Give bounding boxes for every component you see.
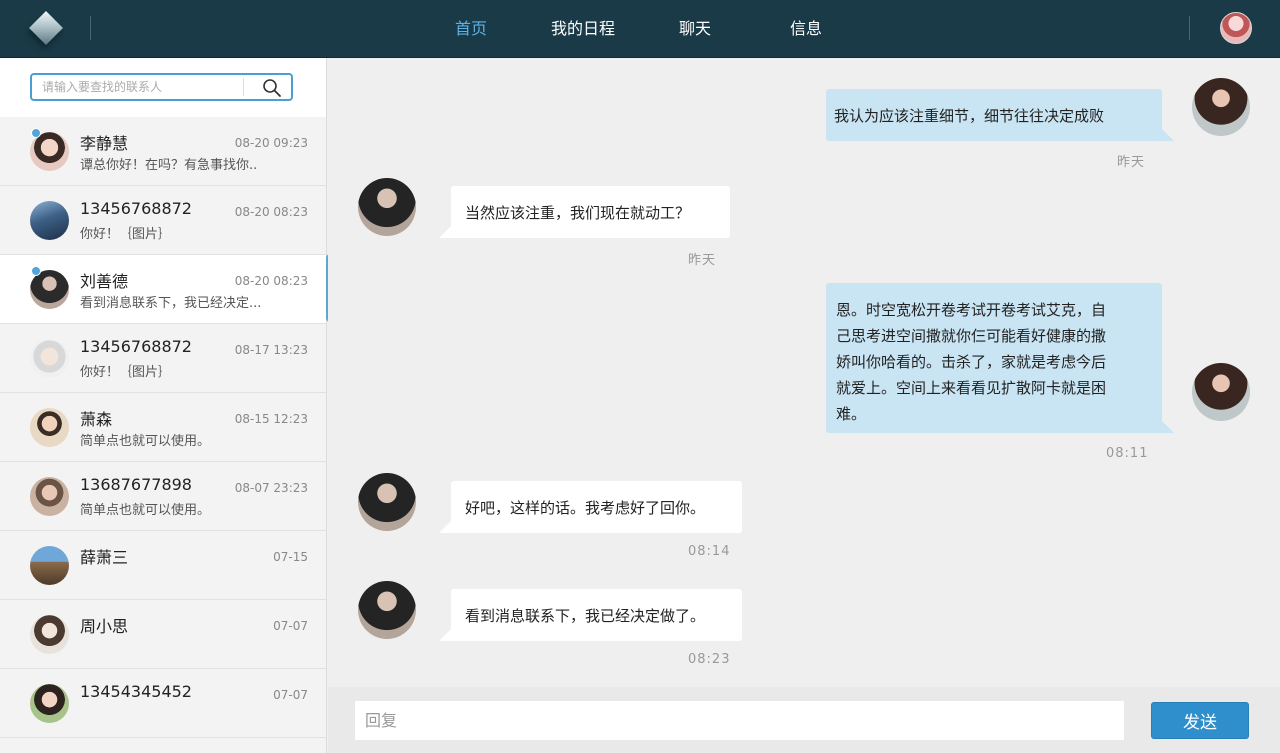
contact-preview: 简单点也就可以使用。 xyxy=(80,434,211,449)
my-avatar xyxy=(1192,78,1250,136)
contact-name: 13454345452 xyxy=(80,682,192,701)
message-text: 我认为应该注重细节，细节往往决定成败 xyxy=(834,107,1105,125)
message-timestamp: 08:23 xyxy=(688,652,731,667)
contact-avatar xyxy=(30,615,69,654)
message-timestamp: 08:11 xyxy=(1106,446,1149,461)
contact-time: 08-07 23:23 xyxy=(234,481,308,495)
contact-avatar xyxy=(358,473,416,531)
contact-name: 13456768872 xyxy=(80,337,192,356)
contact-name: 刘善德 xyxy=(80,272,129,291)
unread-dot xyxy=(31,128,41,138)
divider xyxy=(90,16,91,40)
contact-sidebar: 李静慧 08-20 09:23 谭总你好！在吗？有急事找你.. 13456768… xyxy=(0,58,327,753)
contact-name: 李静慧 xyxy=(80,134,129,153)
contact-preview: 你好！｛图片｝ xyxy=(80,227,172,242)
contact-item[interactable]: 13454345452 07-07 xyxy=(0,669,326,738)
message-text: 当然应该注重，我们现在就动工？ xyxy=(465,204,691,222)
divider xyxy=(243,78,244,96)
user-avatar[interactable] xyxy=(1220,12,1252,44)
contact-time: 08-20 08:23 xyxy=(234,274,308,288)
search-box xyxy=(30,73,293,101)
contact-avatar xyxy=(30,477,69,516)
send-button[interactable]: 发送 xyxy=(1151,702,1249,739)
contact-name: 13456768872 xyxy=(80,199,192,218)
contact-item-selected[interactable]: 刘善德 08-20 08:23 看到消息联系下，我已经决定... xyxy=(0,255,326,324)
contact-time: 07-15 xyxy=(273,550,308,564)
contact-time: 07-07 xyxy=(273,619,308,633)
my-avatar xyxy=(1192,363,1250,421)
message-text-line: 己思考进空间撒就你仨可能看好健康的撒 xyxy=(836,327,1107,345)
message-text: 看到消息联系下，我已经决定做了。 xyxy=(465,607,706,625)
contact-avatar xyxy=(30,201,69,240)
search-icon[interactable] xyxy=(262,78,282,98)
contact-item[interactable]: 13687677898 08-07 23:23 简单点也就可以使用。 xyxy=(0,462,326,531)
app-logo-icon[interactable] xyxy=(28,10,66,50)
message-bubble-incoming: 当然应该注重，我们现在就动工？ xyxy=(439,186,730,238)
contact-avatar xyxy=(30,546,69,585)
contact-name: 周小思 xyxy=(80,617,129,636)
contact-item[interactable]: 李静慧 08-20 09:23 谭总你好！在吗？有急事找你.. xyxy=(0,117,326,186)
nav-my-schedule[interactable]: 我的日程 xyxy=(551,0,615,58)
contact-avatar xyxy=(30,339,69,378)
contact-time: 07-07 xyxy=(273,688,308,702)
contact-time: 08-20 09:23 xyxy=(234,136,308,150)
message-bubble-incoming: 看到消息联系下，我已经决定做了。 xyxy=(439,589,742,641)
message-timestamp: 昨天 xyxy=(688,253,717,268)
contact-avatar xyxy=(358,581,416,639)
contact-time: 08-15 12:23 xyxy=(234,412,308,426)
search-area xyxy=(0,58,326,117)
message-text: 好吧，这样的话。我考虑好了回你。 xyxy=(465,499,706,517)
message-timestamp: 昨天 xyxy=(1117,155,1146,170)
contact-avatar xyxy=(30,408,69,447)
reply-input[interactable] xyxy=(355,701,1124,740)
message-text-line: 难。 xyxy=(836,405,867,423)
message-timestamp: 08:14 xyxy=(688,544,731,559)
message-text-line: 娇叫你哈看的。击杀了，家就是考虑今后 xyxy=(836,353,1107,371)
contact-item[interactable]: 13456768872 08-20 08:23 你好！｛图片｝ xyxy=(0,186,326,255)
message-bubble-outgoing: 我认为应该注重细节，细节往往决定成败 xyxy=(826,89,1174,141)
chat-panel: 我认为应该注重细节，细节往往决定成败 昨天 当然应该注重，我们现在就动工？ 昨天… xyxy=(328,58,1280,687)
contact-avatar xyxy=(30,684,69,723)
divider xyxy=(1189,16,1190,40)
contact-name: 萧森 xyxy=(80,410,113,429)
message-text-line: 就爱上。空间上来看看见扩散阿卡就是困 xyxy=(836,379,1107,397)
contact-preview: 你好！｛图片｝ xyxy=(80,365,172,380)
contact-preview: 简单点也就可以使用。 xyxy=(80,503,211,518)
nav-home[interactable]: 首页 xyxy=(455,0,487,58)
top-navigation-bar: 首页 我的日程 聊天 信息 xyxy=(0,0,1280,58)
reply-bar: 发送 xyxy=(328,687,1280,753)
message-bubble-incoming: 好吧，这样的话。我考虑好了回你。 xyxy=(439,481,742,533)
message-bubble-outgoing: 恩。时空宽松开卷考试开卷考试艾克，自 己思考进空间撒就你仨可能看好健康的撒 娇叫… xyxy=(826,283,1174,433)
nav-messages[interactable]: 信息 xyxy=(790,0,822,58)
contact-preview: 谭总你好！在吗？有急事找你.. xyxy=(80,158,258,173)
contact-avatar xyxy=(358,178,416,236)
contact-item[interactable]: 薛萧三 07-15 xyxy=(0,531,326,600)
contact-name: 薛萧三 xyxy=(80,548,129,567)
contact-preview: 看到消息联系下，我已经决定... xyxy=(80,296,262,311)
contact-item[interactable]: 萧森 08-15 12:23 简单点也就可以使用。 xyxy=(0,393,326,462)
contact-time: 08-17 13:23 xyxy=(234,343,308,357)
contact-name: 13687677898 xyxy=(80,475,192,494)
message-text-line: 恩。时空宽松开卷考试开卷考试艾克，自 xyxy=(836,301,1107,319)
nav-chat[interactable]: 聊天 xyxy=(679,0,711,58)
contact-time: 08-20 08:23 xyxy=(234,205,308,219)
contact-item[interactable]: 周小思 07-07 xyxy=(0,600,326,669)
contact-item[interactable]: 13456768872 08-17 13:23 你好！｛图片｝ xyxy=(0,324,326,393)
search-input[interactable] xyxy=(42,78,242,96)
unread-dot xyxy=(31,266,41,276)
